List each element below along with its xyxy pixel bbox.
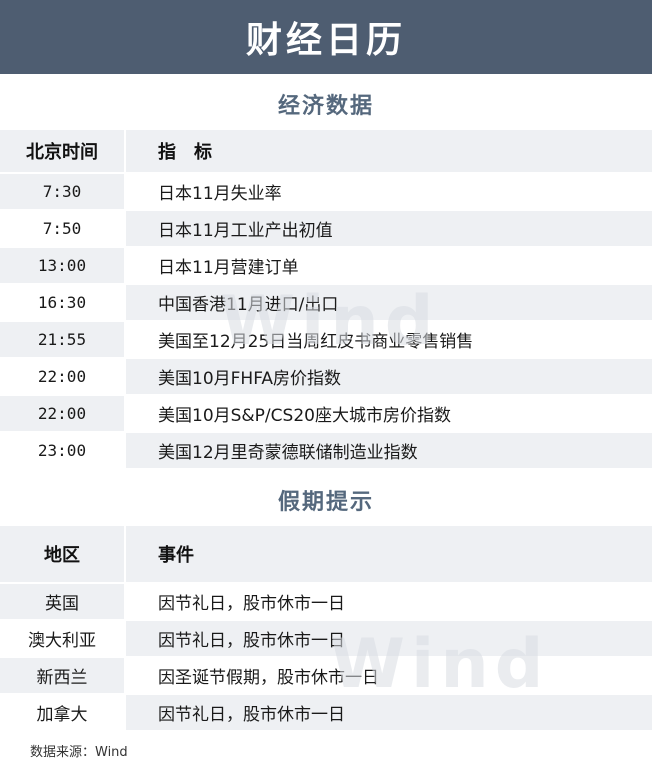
page-title: 财经日历 <box>245 20 406 61</box>
region-cell: 加拿大 <box>0 693 126 730</box>
holiday-header-row: 地区 事件 <box>0 526 652 582</box>
time-cell: 7:50 <box>0 209 126 246</box>
table-row: 7:30 日本11月失业率 <box>0 172 652 209</box>
header-indicator: 指 标 <box>126 130 652 172</box>
banner: 财经日历 <box>0 0 652 74</box>
watermark-wind: Wind <box>220 282 440 361</box>
economic-section-title: 经济数据 <box>277 94 374 119</box>
data-source-note: 数据来源：Wind <box>30 745 128 760</box>
economic-header-row: 北京时间 指 标 <box>0 130 652 172</box>
holiday-table: 地区 事件 英国 因节礼日，股市休市一日 澳大利亚 因节礼日，股市休市一日 新西… <box>0 526 652 730</box>
region-cell: 英国 <box>0 582 126 619</box>
indicator-cell: 日本11月失业率 <box>126 172 652 209</box>
table-row: 13:00 日本11月营建订单 <box>0 246 652 283</box>
region-cell: 新西兰 <box>0 656 126 693</box>
table-row: 23:00 美国12月里奇蒙德联储制造业指数 <box>0 431 652 468</box>
time-cell: 22:00 <box>0 394 126 431</box>
header-time: 北京时间 <box>0 130 126 172</box>
time-cell: 13:00 <box>0 246 126 283</box>
table-row: 22:00 美国10月FHFA房价指数 <box>0 357 652 394</box>
header-event: 事件 <box>126 526 652 582</box>
time-cell: 23:00 <box>0 431 126 468</box>
watermark-wind: Wind <box>330 625 550 704</box>
time-cell: 7:30 <box>0 172 126 209</box>
table-row: 新西兰 因圣诞节假期，股市休市一日 <box>0 656 652 693</box>
indicator-cell: 美国12月里奇蒙德联储制造业指数 <box>126 431 652 468</box>
table-row: 7:50 日本11月工业产出初值 <box>0 209 652 246</box>
time-cell: 22:00 <box>0 357 126 394</box>
table-row: 加拿大 因节礼日，股市休市一日 <box>0 693 652 730</box>
event-cell: 因节礼日，股市休市一日 <box>126 582 652 619</box>
table-row: 澳大利亚 因节礼日，股市休市一日 <box>0 619 652 656</box>
table-row: 22:00 美国10月S&P/CS20座大城市房价指数 <box>0 394 652 431</box>
holiday-section-title: 假期提示 <box>277 490 374 515</box>
indicator-cell: 美国10月FHFA房价指数 <box>126 357 652 394</box>
indicator-cell: 日本11月工业产出初值 <box>126 209 652 246</box>
indicator-cell: 日本11月营建订单 <box>126 246 652 283</box>
time-cell: 16:30 <box>0 283 126 320</box>
indicator-cell: 美国10月S&P/CS20座大城市房价指数 <box>126 394 652 431</box>
table-row: 英国 因节礼日，股市休市一日 <box>0 582 652 619</box>
header-region: 地区 <box>0 526 126 582</box>
region-cell: 澳大利亚 <box>0 619 126 656</box>
time-cell: 21:55 <box>0 320 126 357</box>
